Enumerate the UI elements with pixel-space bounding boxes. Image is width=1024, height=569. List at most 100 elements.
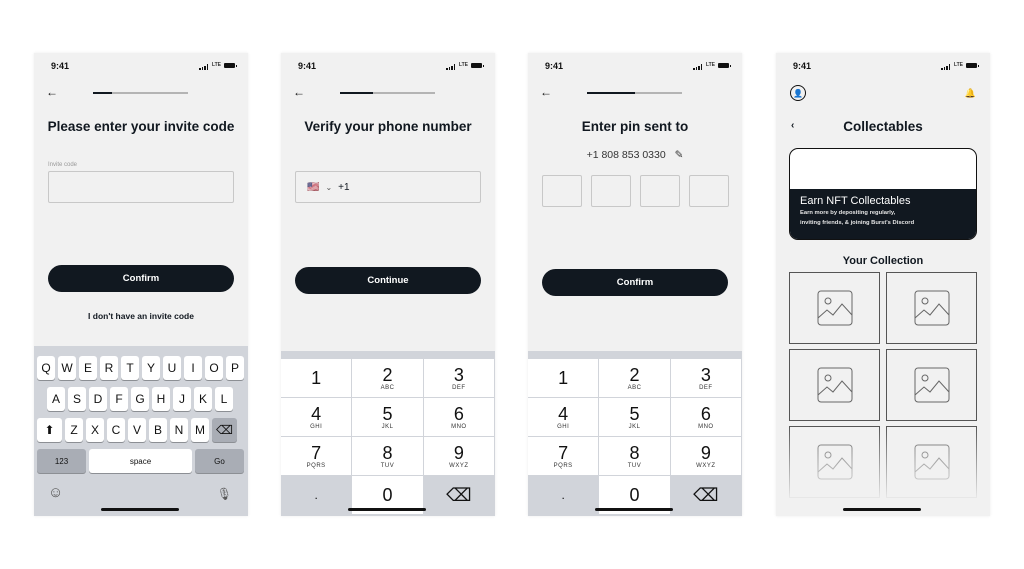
- collection-tile[interactable]: [886, 349, 977, 421]
- shift-key[interactable]: ⬆: [37, 418, 62, 442]
- key-n[interactable]: N: [170, 418, 188, 442]
- numpad-key-5[interactable]: 5 JKL: [599, 398, 671, 437]
- pin-digit-2[interactable]: [591, 175, 631, 207]
- backspace-key[interactable]: ⌫: [670, 476, 742, 515]
- collection-tile[interactable]: [886, 272, 977, 344]
- dot-key[interactable]: .: [528, 476, 600, 515]
- signal-icon: [693, 64, 702, 70]
- numpad-key-4[interactable]: 4 GHI: [281, 398, 353, 437]
- key-k[interactable]: K: [194, 387, 212, 411]
- key-o[interactable]: O: [205, 356, 223, 380]
- key-y[interactable]: Y: [142, 356, 160, 380]
- phone-number-screen: 9:41 LTE ← Verify your phone number 🇺🇸 ⌄…: [281, 53, 495, 516]
- numpad-key-7[interactable]: 7 PQRS: [528, 437, 600, 476]
- key-q[interactable]: Q: [37, 356, 55, 380]
- progress-bar: [340, 92, 435, 94]
- collection-tile[interactable]: [789, 349, 880, 421]
- microphone-icon[interactable]: 🎙: [217, 487, 232, 501]
- phone-input[interactable]: 🇺🇸 ⌄ +1: [295, 171, 481, 203]
- key-u[interactable]: U: [163, 356, 181, 380]
- country-chevron-down-icon[interactable]: ⌄: [325, 183, 332, 192]
- key-p[interactable]: P: [226, 356, 244, 380]
- numpad-key-5[interactable]: 5 JKL: [352, 398, 424, 437]
- back-arrow-icon[interactable]: ←: [293, 86, 305, 98]
- key-t[interactable]: T: [121, 356, 139, 380]
- dot-key[interactable]: .: [281, 476, 353, 515]
- go-key[interactable]: Go: [195, 449, 244, 473]
- key-digit: 9: [700, 442, 711, 463]
- key-b[interactable]: B: [149, 418, 167, 442]
- backspace-key[interactable]: ⌫: [212, 418, 237, 442]
- page-title: Enter pin sent to: [581, 119, 689, 134]
- key-w[interactable]: W: [58, 356, 76, 380]
- key-j[interactable]: J: [173, 387, 191, 411]
- us-flag-icon: 🇺🇸: [307, 181, 320, 193]
- key-h[interactable]: H: [152, 387, 170, 411]
- earn-nft-banner[interactable]: Earn NFT Collectables Earn more by depos…: [789, 148, 977, 240]
- key-m[interactable]: M: [191, 418, 209, 442]
- numpad-key-3[interactable]: 3 DEF: [423, 359, 495, 398]
- pin-digit-4[interactable]: [689, 175, 729, 207]
- key-s[interactable]: S: [68, 387, 86, 411]
- numpad-key-6[interactable]: 6 MNO: [423, 398, 495, 437]
- profile-avatar-icon[interactable]: 👤: [790, 85, 806, 101]
- key-i[interactable]: I: [184, 356, 202, 380]
- status-time: 9:41: [298, 61, 317, 71]
- key-digit: 1: [558, 368, 569, 388]
- key-d[interactable]: D: [89, 387, 107, 411]
- no-invite-code-link[interactable]: I don't have an invite code: [34, 311, 248, 321]
- pin-digit-3[interactable]: [640, 175, 680, 207]
- numpad-key-8[interactable]: 8 TUV: [352, 437, 424, 476]
- key-letters: GHI: [310, 423, 323, 430]
- confirm-button[interactable]: Confirm: [542, 269, 728, 296]
- signal-icon: [446, 64, 455, 70]
- key-z[interactable]: Z: [65, 418, 83, 442]
- collection-tile[interactable]: [789, 272, 880, 344]
- numpad-key-7[interactable]: 7 PQRS: [281, 437, 353, 476]
- bell-icon[interactable]: 🔔: [965, 88, 976, 99]
- back-arrow-icon[interactable]: ←: [540, 86, 552, 98]
- invite-code-label: Invite code: [48, 162, 78, 168]
- key-letters: JKL: [381, 423, 394, 430]
- edit-pencil-icon[interactable]: ✎: [675, 149, 684, 161]
- key-r[interactable]: R: [100, 356, 118, 380]
- key-letters: PQRS: [553, 462, 573, 469]
- key-digit: 8: [629, 442, 640, 463]
- numpad-key-6[interactable]: 6 MNO: [670, 398, 742, 437]
- back-arrow-icon[interactable]: ←: [46, 86, 58, 98]
- numpad-key-8[interactable]: 8 TUV: [599, 437, 671, 476]
- key-c[interactable]: C: [107, 418, 125, 442]
- key-e[interactable]: E: [79, 356, 97, 380]
- continue-button[interactable]: Continue: [295, 267, 481, 294]
- numpad-key-2[interactable]: 2 ABC: [599, 359, 671, 398]
- key-letters: PQRS: [306, 462, 326, 469]
- space-key[interactable]: space: [89, 449, 192, 473]
- numpad-key-9[interactable]: 9 WXYZ: [670, 437, 742, 476]
- invite-code-input[interactable]: [48, 171, 234, 203]
- page-title: Collectables: [843, 119, 923, 134]
- numpad-key-9[interactable]: 9 WXYZ: [423, 437, 495, 476]
- key-x[interactable]: X: [86, 418, 104, 442]
- numpad-key-1[interactable]: 1: [281, 359, 353, 398]
- key-g[interactable]: G: [131, 387, 149, 411]
- numpad-key-1[interactable]: 1: [528, 359, 600, 398]
- backspace-key[interactable]: ⌫: [423, 476, 495, 515]
- backspace-icon: ⌫: [693, 485, 719, 505]
- numbers-key[interactable]: 123: [37, 449, 86, 473]
- keyboard: QWERTYUIOP ASDFGHJKL ⬆ ZXCVBNM ⌫ 123 spa…: [34, 346, 248, 516]
- key-l[interactable]: L: [215, 387, 233, 411]
- key-digit: 3: [700, 364, 711, 385]
- numpad-key-4[interactable]: 4 GHI: [528, 398, 600, 437]
- pin-digit-1[interactable]: [542, 175, 582, 207]
- emoji-icon[interactable]: ☺: [48, 484, 63, 501]
- key-digit: .: [561, 488, 565, 502]
- confirm-button[interactable]: Confirm: [48, 265, 234, 292]
- key-a[interactable]: A: [47, 387, 65, 411]
- battery-icon: [966, 63, 979, 68]
- key-f[interactable]: F: [110, 387, 128, 411]
- key-v[interactable]: V: [128, 418, 146, 442]
- numpad: 1 2 ABC 3 DEF 4 GHI 5 JKL 6 MNO 7 PQRS 8 TUV 9 WXYZ. 0 ⌫: [281, 351, 495, 516]
- numpad-key-3[interactable]: 3 DEF: [670, 359, 742, 398]
- numpad-key-2[interactable]: 2 ABC: [352, 359, 424, 398]
- home-indicator: [348, 508, 426, 511]
